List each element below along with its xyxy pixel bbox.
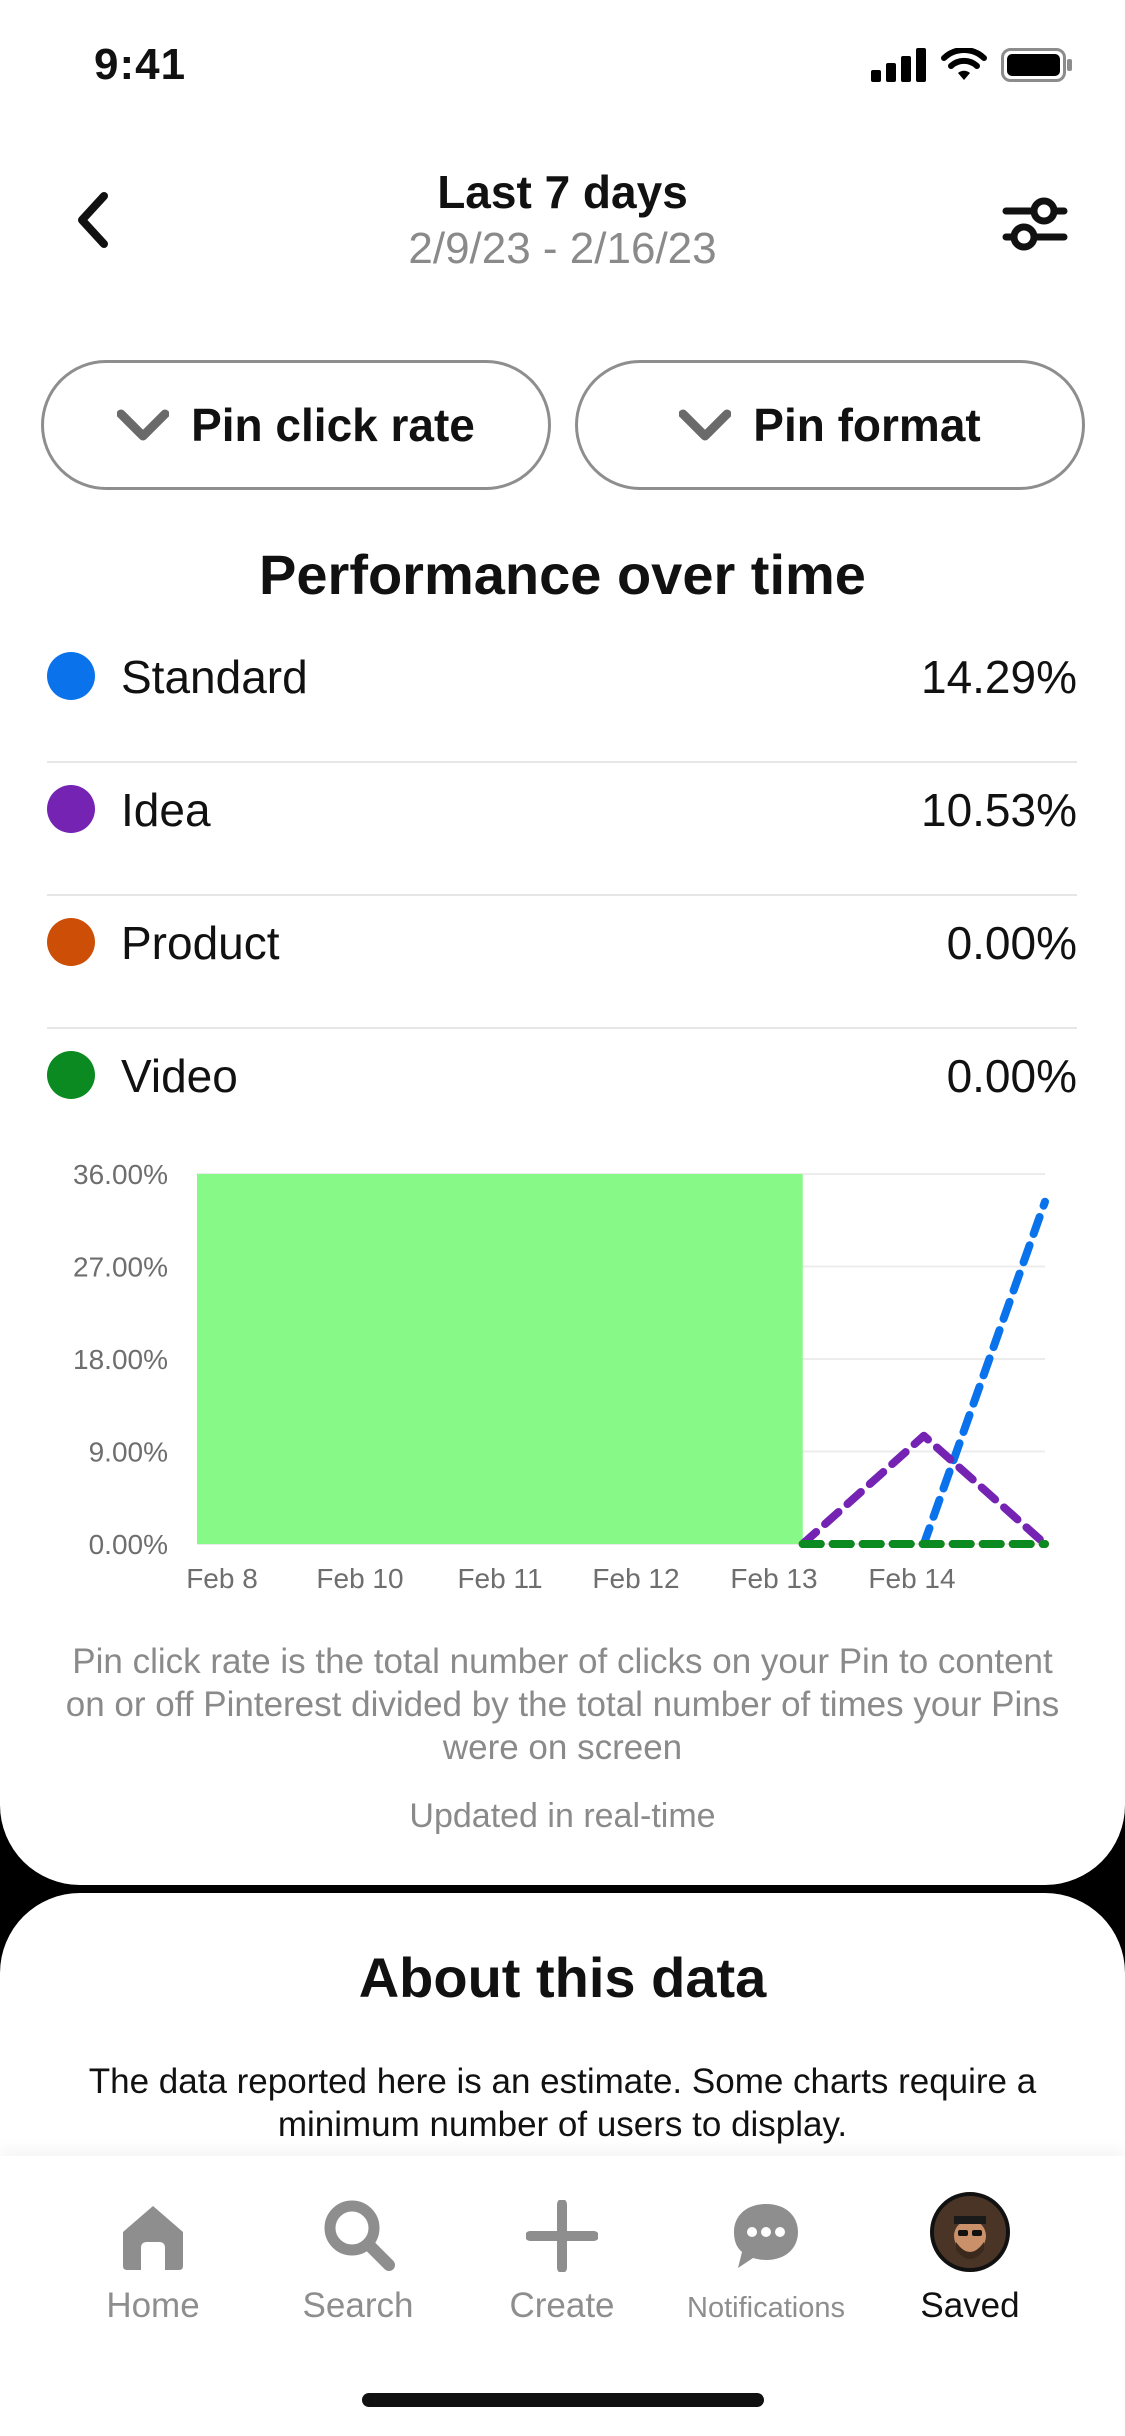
metric-dropdown[interactable]: Pin click rate	[41, 360, 551, 490]
date-range: 2/9/23 - 2/16/23	[408, 224, 717, 273]
legend-name: Standard	[121, 651, 308, 703]
status-time: 9:41	[94, 40, 187, 89]
y-tick-label: 27.00%	[73, 1252, 168, 1283]
tab-home[interactable]: Home	[53, 2184, 253, 2326]
about-title: About this data	[358, 1946, 767, 2009]
legend-value: 14.29%	[920, 651, 1077, 703]
legend-row-product[interactable]: Product 0.00%	[47, 896, 1077, 1029]
page-title: Last 7 days	[437, 166, 688, 218]
legend-name: Video	[121, 1050, 238, 1102]
chevron-down-icon	[679, 409, 732, 441]
tab-label: Search	[302, 2286, 414, 2325]
tab-label: Saved	[920, 2286, 1020, 2325]
updated-text: Updated in real-time	[409, 1797, 716, 1835]
battery-icon	[1001, 48, 1072, 82]
avatar	[930, 2192, 1010, 2272]
chevron-down-icon	[117, 409, 170, 441]
x-tick-label: Feb 10	[316, 1563, 403, 1594]
legend-name: Product	[121, 917, 280, 969]
filter-button[interactable]	[997, 186, 1073, 262]
legend: Standard 14.29% Idea 10.53% Product 0.00…	[47, 630, 1077, 1162]
x-tick-label: Feb 14	[868, 1563, 955, 1594]
sliders-icon	[1002, 197, 1068, 251]
performance-chart: 36.00% 27.00% 18.00% 9.00% 0.00% Feb 8 Feb 10 F…	[73, 1159, 1049, 1594]
legend-dot-idea	[47, 785, 95, 833]
analytics-card: 9:41 Last 7 days 2/9/23 - 2/16/23 Pin cl…	[0, 0, 1125, 1885]
y-tick-label: 9.00%	[89, 1437, 168, 1468]
tab-label: Home	[106, 2286, 200, 2325]
about-body: The data reported here is an estimate. S…	[88, 2062, 1037, 2144]
tab-bar: Home Search Create Notifications Saved	[0, 2156, 1125, 2436]
wifi-icon	[941, 48, 987, 80]
chart-footnote: Pin click rate is the total number of cl…	[65, 1642, 1060, 1767]
metric-dropdown-label: Pin click rate	[191, 399, 475, 451]
signal-icon	[871, 48, 926, 82]
legend-name: Idea	[121, 784, 211, 836]
format-dropdown[interactable]: Pin format	[575, 360, 1085, 490]
legend-value: 0.00%	[946, 917, 1077, 969]
status-icons	[871, 48, 1073, 82]
home-indicator	[362, 2393, 764, 2407]
legend-value: 10.53%	[920, 784, 1077, 836]
format-dropdown-label: Pin format	[753, 399, 981, 451]
screen: 9:41 Last 7 days 2/9/23 - 2/16/23 Pin cl…	[0, 0, 1125, 2436]
tab-create[interactable]: Create	[462, 2184, 662, 2326]
legend-dot-video	[47, 1051, 95, 1099]
x-tick-label: Feb 12	[592, 1563, 679, 1594]
tab-saved[interactable]: Saved	[870, 2184, 1070, 2326]
tab-search[interactable]: Search	[258, 2184, 458, 2326]
x-tick-label: Feb 8	[186, 1563, 258, 1594]
plus-icon	[526, 2200, 598, 2272]
tab-label: Create	[509, 2286, 615, 2325]
legend-row-standard[interactable]: Standard 14.29%	[47, 630, 1077, 763]
section-title: Performance over time	[259, 543, 866, 606]
y-tick-label: 0.00%	[89, 1529, 168, 1560]
tab-notifications[interactable]: Notifications	[666, 2184, 866, 2325]
legend-value: 0.00%	[946, 1050, 1077, 1102]
y-tick-label: 36.00%	[73, 1159, 168, 1190]
legend-row-idea[interactable]: Idea 10.53%	[47, 763, 1077, 896]
tab-label: Notifications	[687, 2292, 845, 2324]
x-tick-label: Feb 11	[457, 1563, 542, 1594]
legend-dot-product	[47, 918, 95, 966]
home-icon	[123, 2206, 183, 2270]
y-tick-label: 18.00%	[73, 1344, 168, 1375]
legend-row-video[interactable]: Video 0.00%	[47, 1029, 1077, 1162]
avatar-image	[934, 2196, 1006, 2268]
x-tick-label: Feb 13	[730, 1563, 817, 1594]
legend-dot-standard	[47, 652, 95, 700]
series-line-standard	[798, 1197, 1049, 1548]
video-area	[197, 1174, 803, 1544]
chat-bubble-icon	[734, 2204, 798, 2268]
search-icon	[324, 2200, 395, 2271]
